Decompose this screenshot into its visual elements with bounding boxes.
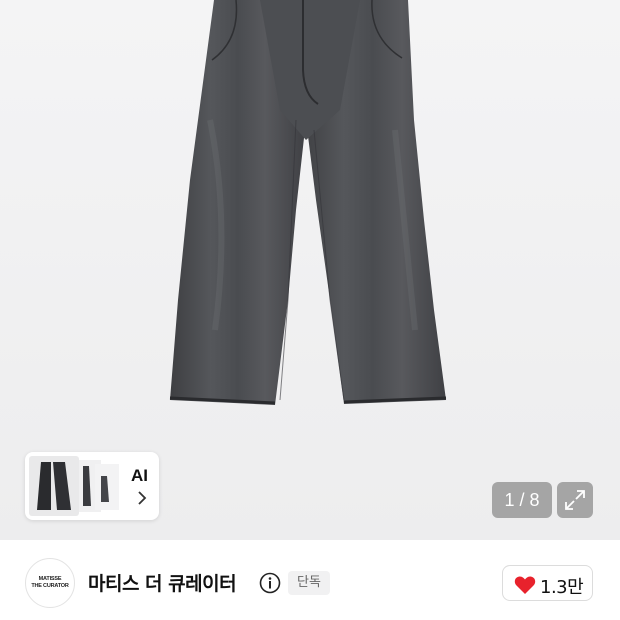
- expand-button[interactable]: [557, 482, 593, 518]
- ai-recommendation-card[interactable]: AI: [25, 452, 159, 520]
- brand-logo-line2: THE CURATOR: [31, 583, 69, 589]
- expand-icon: [565, 490, 585, 510]
- brand-logo-line1: MATISSE: [38, 576, 62, 582]
- like-button[interactable]: 1.3만: [502, 565, 593, 601]
- ai-label: AI: [131, 466, 148, 485]
- image-counter: 1 / 8: [492, 482, 552, 518]
- product-image-gallery[interactable]: AI 1 / 8: [0, 0, 620, 540]
- brand-logo[interactable]: MATISSE THE CURATOR: [25, 558, 75, 608]
- exclusive-badge: 단독: [288, 571, 330, 595]
- like-count: 1.3만: [540, 577, 584, 598]
- chevron-right-icon: [138, 491, 147, 505]
- info-icon[interactable]: [259, 572, 281, 594]
- thumbnail-stack: [29, 456, 119, 516]
- brand-name-link[interactable]: 마티스 더 큐레이터: [88, 569, 237, 596]
- heart-icon: [514, 576, 536, 594]
- brand-bar: MATISSE THE CURATOR 마티스 더 큐레이터 단독 1.3만: [0, 540, 620, 620]
